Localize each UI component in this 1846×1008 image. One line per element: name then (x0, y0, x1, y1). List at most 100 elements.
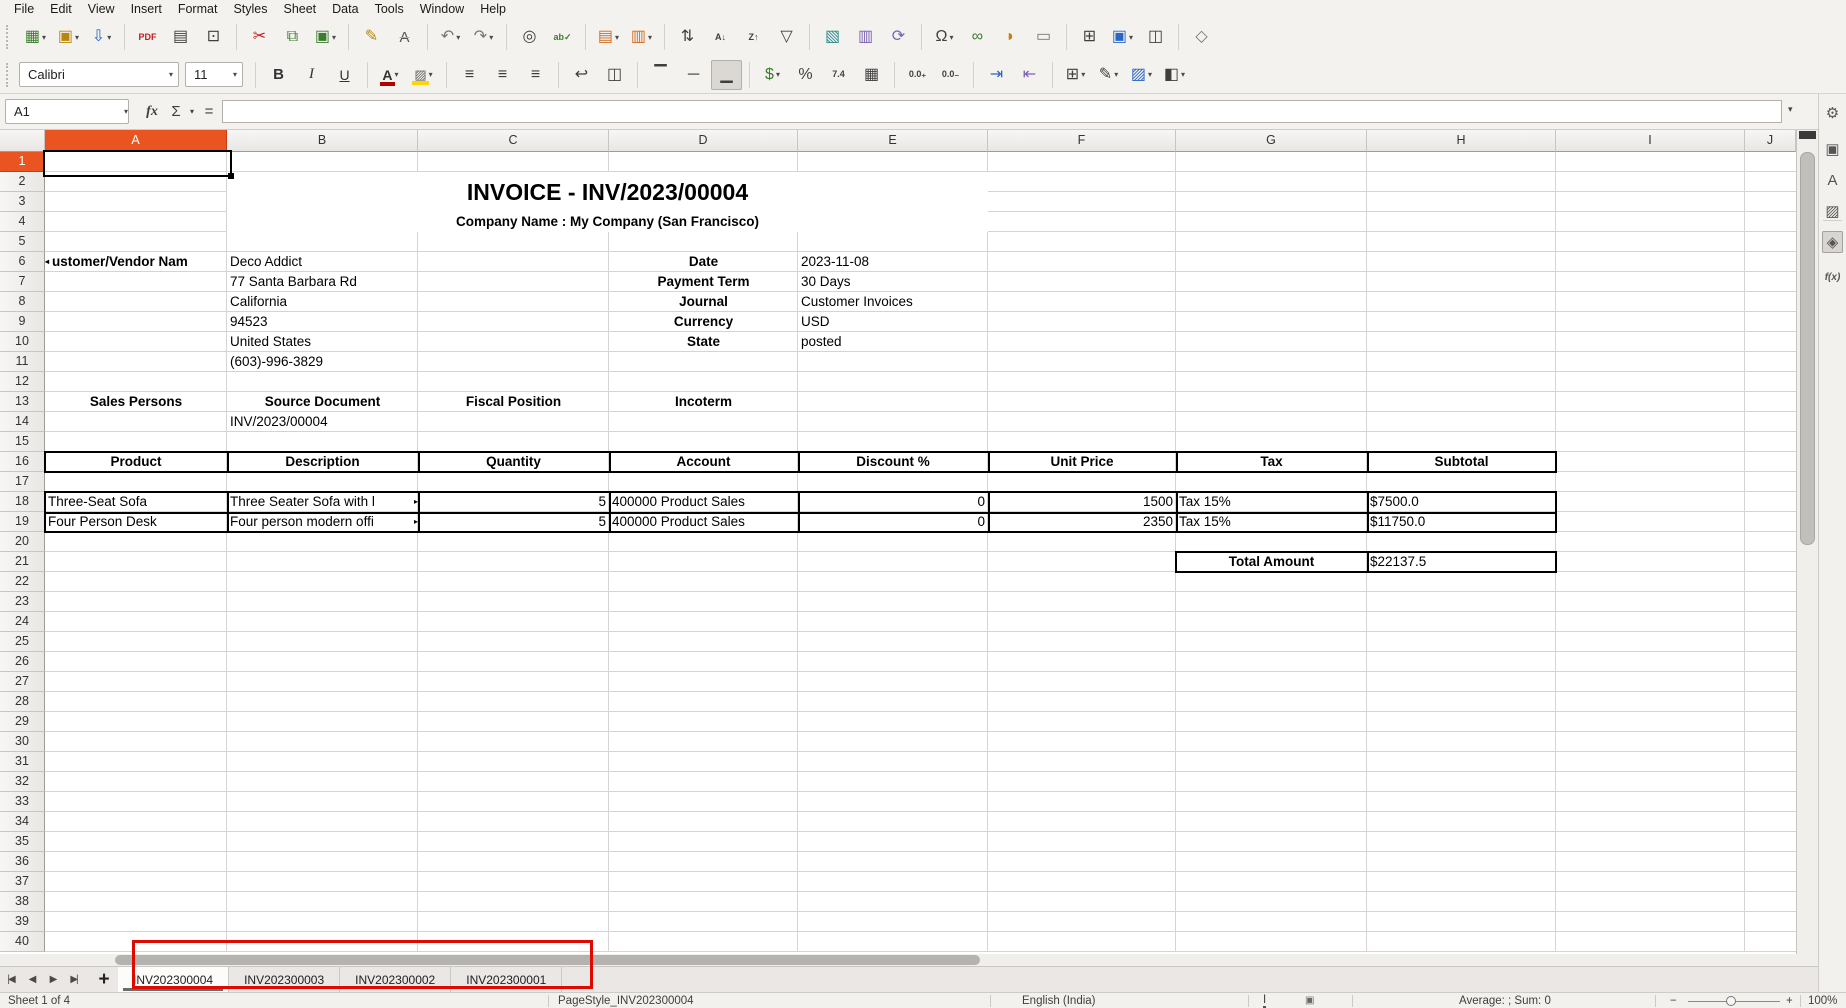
number-format-button[interactable]: 7.4 (823, 60, 854, 90)
toolbar-grip[interactable] (6, 63, 13, 87)
cell-G21[interactable]: Total Amount (1176, 552, 1367, 572)
toolbar-grip[interactable] (6, 25, 13, 49)
align-center-button[interactable]: ≡ (487, 60, 518, 90)
column-header-F[interactable]: F (988, 130, 1176, 152)
row-header-34[interactable]: 34 (0, 812, 45, 832)
vertical-scrollbar[interactable] (1796, 130, 1818, 968)
next-sheet-button[interactable]: ▶ (42, 967, 63, 992)
row-header-24[interactable]: 24 (0, 612, 45, 632)
vertical-scrollbar-thumb[interactable] (1800, 152, 1815, 545)
sheet-tab-inv202300001[interactable]: INV202300001 (451, 967, 562, 992)
cell-B13[interactable]: Source Document (227, 392, 418, 412)
select-all-corner[interactable] (0, 130, 45, 152)
chevron-down-icon[interactable]: ▾ (107, 33, 111, 42)
chevron-down-icon[interactable]: ▾ (169, 70, 173, 79)
menu-styles[interactable]: Styles (225, 0, 275, 18)
row-header-13[interactable]: 13 (0, 392, 45, 412)
show-draw-functions-button[interactable]: ◇ (1186, 22, 1217, 52)
column-header-H[interactable]: H (1367, 130, 1556, 152)
menu-format[interactable]: Format (170, 0, 226, 18)
gallery-deck-icon[interactable]: ▨ (1822, 200, 1843, 222)
selection-summary[interactable]: Average: ; Sum: 0 (1459, 994, 1551, 1008)
name-box[interactable]: A1 ▾ (5, 99, 129, 124)
chevron-down-icon[interactable]: ▾ (233, 70, 237, 79)
freeze-panes-button[interactable]: ▣▾ (1107, 22, 1138, 52)
row-header-29[interactable]: 29 (0, 712, 45, 732)
column-header-B[interactable]: B (227, 130, 418, 152)
row-header-25[interactable]: 25 (0, 632, 45, 652)
row-header-35[interactable]: 35 (0, 832, 45, 852)
underline-button[interactable]: U (329, 60, 360, 90)
chevron-down-icon[interactable]: ▾ (1129, 33, 1133, 42)
align-right-button[interactable]: ≡ (520, 60, 551, 90)
conditional-formatting-button[interactable]: ◧▾ (1159, 60, 1190, 90)
clear-formatting-button[interactable]: A (389, 22, 420, 52)
menu-window[interactable]: Window (412, 0, 472, 18)
row-header-12[interactable]: 12 (0, 372, 45, 392)
column-header-J[interactable]: J (1745, 130, 1796, 152)
cell-A19[interactable]: Four Person Desk (45, 512, 227, 532)
autofilter-button[interactable]: ▽ (771, 22, 802, 52)
new-document-button[interactable]: ▦▾ (20, 22, 51, 52)
styles-deck-icon[interactable]: A (1822, 169, 1843, 191)
row-header-37[interactable]: 37 (0, 872, 45, 892)
cell-B16[interactable]: Description (227, 452, 418, 472)
delete-decimal-button[interactable]: 0.0₋ (935, 60, 966, 90)
menu-help[interactable]: Help (472, 0, 514, 18)
font-name-combo[interactable]: Calibri▾ (19, 62, 179, 87)
cell-D13[interactable]: Incoterm (609, 392, 798, 412)
find-replace-button[interactable]: ◎ (514, 22, 545, 52)
selection-handle[interactable] (228, 173, 234, 179)
sort-ascending-button[interactable]: A↓ (705, 22, 736, 52)
menu-view[interactable]: View (80, 0, 123, 18)
column-header-C[interactable]: C (418, 130, 609, 152)
cell-H16[interactable]: Subtotal (1367, 452, 1556, 472)
cell-D9[interactable]: Currency (609, 312, 798, 332)
border-style-button[interactable]: ✎▾ (1093, 60, 1124, 90)
sort-button[interactable]: ⇅ (672, 22, 703, 52)
cell-A6[interactable]: ustomer/Vendor Nam◂ (45, 252, 227, 272)
chevron-down-icon[interactable]: ▾ (1081, 70, 1085, 79)
chevron-down-icon[interactable]: ▾ (332, 33, 336, 42)
cell-D7[interactable]: Payment Term (609, 272, 798, 292)
cell-B4[interactable]: Company Name : My Company (San Francisco… (227, 212, 988, 232)
borders-button[interactable]: ⊞▾ (1060, 60, 1091, 90)
chevron-down-icon[interactable]: ▾ (75, 33, 79, 42)
zoom-slider-knob[interactable] (1726, 996, 1736, 1006)
row-header-16[interactable]: 16 (0, 452, 45, 472)
menu-data[interactable]: Data (324, 0, 366, 18)
cell-D10[interactable]: State (609, 332, 798, 352)
add-decimal-button[interactable]: 0.0₊ (902, 60, 933, 90)
cell-E6[interactable]: 2023-11-08 (798, 252, 988, 272)
row-header-22[interactable]: 22 (0, 572, 45, 592)
add-sheet-button[interactable]: + (90, 967, 118, 992)
bold-button[interactable]: B (263, 60, 294, 90)
row-header-20[interactable]: 20 (0, 532, 45, 552)
row-header-26[interactable]: 26 (0, 652, 45, 672)
cell-E7[interactable]: 30 Days (798, 272, 988, 292)
zoom-out-button[interactable]: − (1670, 994, 1677, 1008)
chevron-down-icon[interactable]: ▾ (615, 33, 619, 42)
sheet-tab-inv202300002[interactable]: INV202300002 (340, 967, 451, 992)
previous-sheet-button[interactable]: ◀ (21, 967, 42, 992)
print-preview-button[interactable]: ⊡ (198, 22, 229, 52)
cell-E18[interactable]: 0 (798, 492, 988, 512)
align-left-button[interactable]: ≡ (454, 60, 485, 90)
function-wizard-button[interactable]: fx (140, 99, 164, 124)
insert-image-button[interactable]: ▧ (817, 22, 848, 52)
row-header-10[interactable]: 10 (0, 332, 45, 352)
headers-footers-button[interactable]: ▭ (1028, 22, 1059, 52)
row-header-8[interactable]: 8 (0, 292, 45, 312)
row-header-2[interactable]: 2 (0, 172, 45, 192)
row-header-1[interactable]: 1 (0, 152, 45, 172)
cell-F16[interactable]: Unit Price (988, 452, 1176, 472)
sheet-status[interactable]: Sheet 1 of 4 (8, 994, 70, 1008)
select-function-dropdown[interactable]: ▾ (186, 99, 198, 124)
export-pdf-button[interactable]: PDF (132, 22, 163, 52)
select-function-button[interactable]: Σ (166, 99, 186, 124)
cell-B19[interactable]: Four person modern offi▸ (227, 512, 418, 532)
italic-button[interactable]: I (296, 60, 327, 90)
chevron-down-icon[interactable]: ▾ (429, 70, 433, 79)
spelling-button[interactable]: ab✓ (547, 22, 578, 52)
chevron-down-icon[interactable]: ▾ (42, 33, 46, 42)
